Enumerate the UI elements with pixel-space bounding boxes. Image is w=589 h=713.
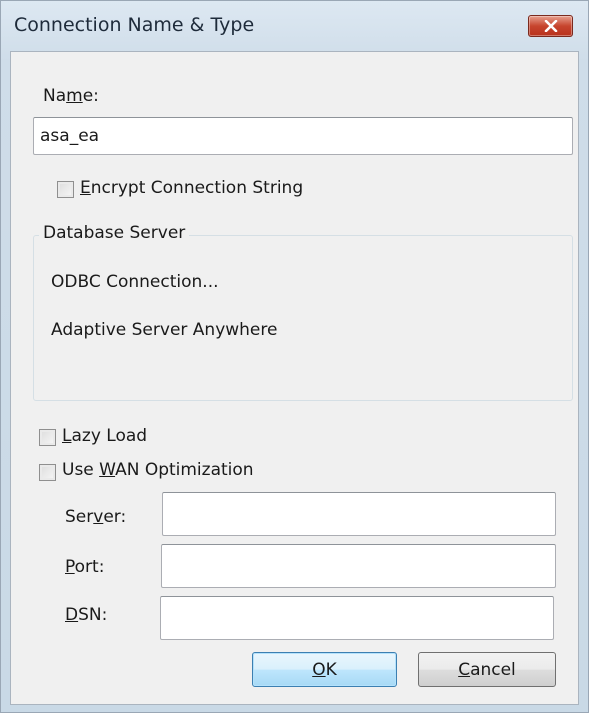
name-label: Name: <box>43 86 99 106</box>
dialog-window: Connection Name & Type Name: Encrypt Con… <box>0 0 589 713</box>
cancel-mnemonic: C <box>458 659 471 680</box>
database-server-title: Database Server <box>39 223 190 243</box>
server-input[interactable] <box>162 492 556 536</box>
encrypt-label[interactable]: Encrypt Connection String <box>80 178 303 198</box>
database-server-group <box>33 235 573 401</box>
port-label-text: ort: <box>74 557 105 577</box>
dialog-body: Name: Encrypt Connection String Database… <box>10 51 579 705</box>
cancel-label-text: ancel <box>470 659 516 680</box>
wan-optimization-checkbox[interactable] <box>39 464 56 481</box>
lazy-load-label[interactable]: Lazy Load <box>62 426 147 446</box>
server-label: Server: <box>65 507 126 527</box>
encrypt-label-mnemonic: E <box>80 178 91 198</box>
server-label-text: Ser <box>65 507 94 527</box>
port-label-mnemonic: P <box>65 557 75 577</box>
name-label-text-end: e: <box>82 86 99 106</box>
port-input[interactable] <box>161 544 556 588</box>
close-icon <box>544 20 557 32</box>
ok-button[interactable]: OK <box>252 652 397 687</box>
lazy-load-checkbox[interactable] <box>39 429 56 446</box>
dialog-title: Connection Name & Type <box>14 14 255 36</box>
wan-optimization-label[interactable]: Use WAN Optimization <box>62 460 254 480</box>
name-label-text: Na <box>43 86 67 106</box>
dsn-label: DSN: <box>65 605 107 625</box>
wan-label-text: Use <box>62 460 100 480</box>
name-input[interactable] <box>33 117 573 155</box>
server-type-text: Adaptive Server Anywhere <box>51 320 278 340</box>
lazy-load-text: azy Load <box>71 426 148 446</box>
title-bar[interactable]: Connection Name & Type <box>1 1 588 55</box>
ok-label-text: K <box>325 659 337 680</box>
server-label-mnemonic: v <box>93 507 104 527</box>
wan-label-mnemonic: W <box>99 460 116 480</box>
close-button[interactable] <box>528 15 573 37</box>
ok-mnemonic: O <box>312 659 326 680</box>
wan-label-text-end: AN Optimization <box>115 460 254 480</box>
dsn-label-text: SN: <box>78 605 108 625</box>
encrypt-checkbox[interactable] <box>57 181 74 198</box>
dsn-label-mnemonic: D <box>65 605 79 625</box>
server-label-text-end: er: <box>103 507 127 527</box>
encrypt-label-text: ncrypt Connection String <box>90 178 304 198</box>
port-label: Port: <box>65 557 104 577</box>
name-label-mnemonic: m <box>66 86 83 106</box>
dsn-input[interactable] <box>160 596 554 640</box>
cancel-button[interactable]: Cancel <box>418 652 556 687</box>
connection-type-text: ODBC Connection... <box>51 272 219 292</box>
